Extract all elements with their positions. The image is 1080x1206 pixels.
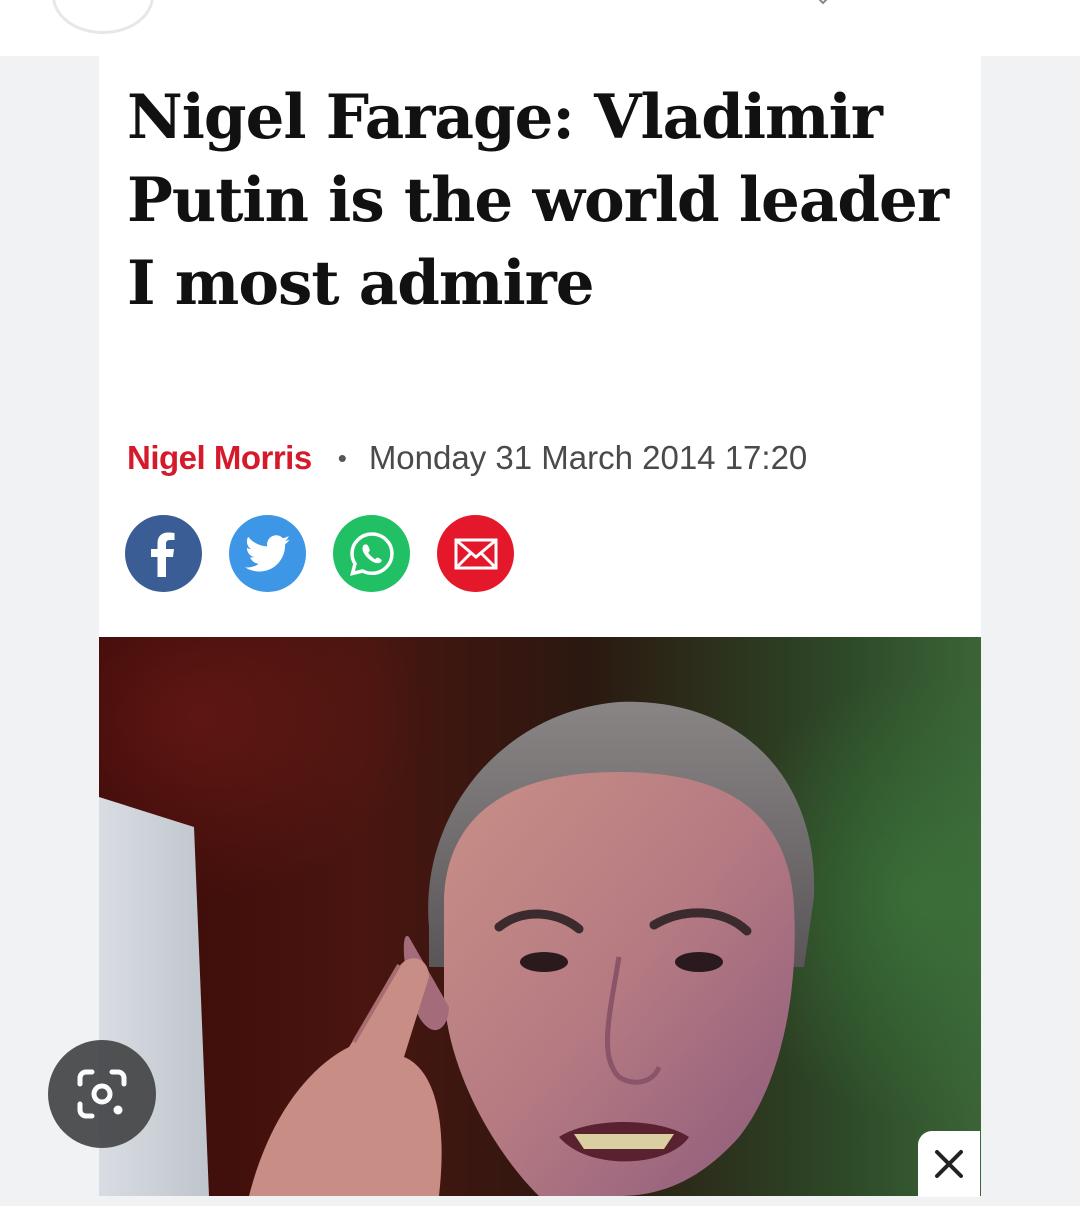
facebook-icon [150, 532, 174, 577]
top-bar [0, 0, 1080, 56]
author-link[interactable]: Nigel Morris [127, 439, 312, 477]
share-email-button[interactable] [437, 515, 514, 592]
share-bar [125, 515, 514, 592]
byline: Nigel Morris • Monday 31 March 2014 17:2… [127, 438, 807, 478]
close-icon [935, 1150, 963, 1178]
article-photo [99, 637, 981, 1196]
share-twitter-button[interactable] [229, 515, 306, 592]
chevron-down-icon [816, 0, 830, 8]
lens-search-icon [77, 1069, 127, 1119]
article-card: Nigel Farage: Vladimir Putin is the worl… [99, 56, 981, 1196]
share-facebook-button[interactable] [125, 515, 202, 592]
publish-date: Monday 31 March 2014 17:20 [368, 439, 808, 476]
lens-search-button[interactable] [48, 1040, 156, 1148]
close-button[interactable] [918, 1131, 980, 1197]
whatsapp-icon [349, 531, 394, 576]
byline-separator: • [337, 442, 347, 473]
top-button[interactable] [52, 0, 154, 34]
twitter-icon [244, 534, 290, 571]
share-whatsapp-button[interactable] [333, 515, 410, 592]
email-icon [454, 538, 497, 569]
article-headline: Nigel Farage: Vladimir Putin is the worl… [127, 82, 949, 319]
